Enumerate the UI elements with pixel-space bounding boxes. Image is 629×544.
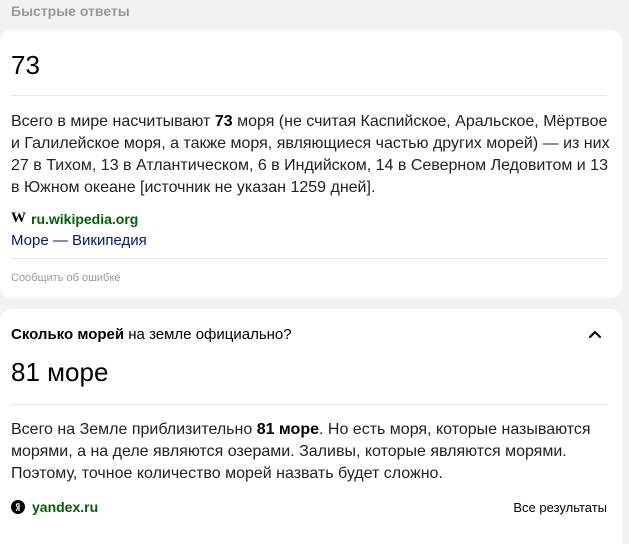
quick-answer-card: 73 Всего в мире насчитывают 73 моря (не … bbox=[0, 30, 622, 298]
report-error-link[interactable]: Сообщить об ошибке bbox=[11, 272, 120, 284]
answer-text-before: Всего в мире насчитывают bbox=[11, 113, 215, 130]
divider bbox=[11, 404, 607, 405]
question-bold: Сколько морей bbox=[11, 326, 125, 343]
source-link[interactable]: W ru.wikipedia.org bbox=[11, 210, 138, 227]
section-title: Быстрые ответы bbox=[11, 3, 130, 19]
answer-value: 81 море bbox=[11, 357, 109, 387]
answer-text-bold: 73 bbox=[214, 113, 233, 130]
divider bbox=[11, 95, 607, 96]
divider bbox=[11, 258, 607, 259]
yandex-icon bbox=[11, 500, 25, 514]
chevron-up-icon[interactable] bbox=[588, 327, 602, 341]
answer-text: Всего в мире насчитывают 73 моря (не счи… bbox=[11, 111, 611, 199]
answer-text: Всего на Земле приблизительно 81 море. Н… bbox=[11, 419, 611, 485]
wikipedia-icon: W bbox=[11, 210, 26, 226]
answer-value: 73 bbox=[11, 50, 40, 80]
all-results-link[interactable]: Все результаты bbox=[513, 500, 607, 515]
source-link[interactable]: yandex.ru bbox=[11, 499, 98, 515]
source-title-link[interactable]: Море — Википедия bbox=[11, 232, 147, 249]
related-question-card: Сколько морей на земле официально? 81 мо… bbox=[0, 309, 622, 544]
source-domain[interactable]: yandex.ru bbox=[32, 499, 98, 515]
related-question[interactable]: Сколько морей на земле официально? bbox=[11, 326, 292, 343]
question-rest: на земле официально? bbox=[124, 326, 292, 343]
answer-text-bold: 81 море bbox=[256, 421, 319, 438]
answer-text-before: Всего на Земле приблизительно bbox=[11, 421, 257, 438]
source-domain[interactable]: ru.wikipedia.org bbox=[31, 211, 138, 227]
